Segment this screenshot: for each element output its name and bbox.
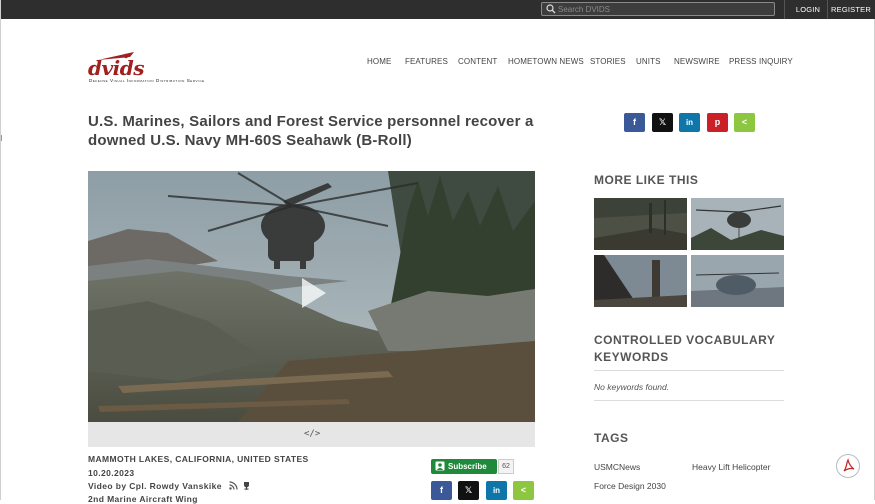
nav-stories[interactable]: STORIES: [590, 57, 626, 66]
divider: [827, 0, 828, 19]
subscribe-button[interactable]: Subscribe: [431, 459, 497, 474]
nav-press-inquiry[interactable]: PRESS INQUIRY: [729, 57, 793, 66]
subscribe-label: Subscribe: [448, 462, 487, 471]
tag-link[interactable]: USMCNews: [594, 462, 640, 472]
pinterest-share-button[interactable]: p: [707, 113, 728, 132]
register-link[interactable]: REGISTER: [829, 0, 873, 19]
divider: [594, 370, 784, 371]
svg-text:dvids: dvids: [88, 56, 144, 80]
rss-icon[interactable]: [228, 481, 238, 490]
related-video-thumbnail[interactable]: [594, 255, 687, 307]
page-title: U.S. Marines, Sailors and Forest Service…: [88, 113, 534, 149]
share-button-bottom[interactable]: <: [513, 481, 534, 500]
divider: [594, 400, 784, 401]
nav-features[interactable]: FEATURES: [405, 57, 448, 66]
x-share-button[interactable]: 𝕏: [652, 113, 673, 132]
divider: [784, 0, 785, 19]
search-icon: [546, 4, 556, 14]
page-frame: LOGIN REGISTER dvids Defense Visual Info…: [0, 0, 875, 504]
video-player[interactable]: [88, 171, 535, 422]
nav-newswire[interactable]: NEWSWIRE: [674, 57, 720, 66]
search-box[interactable]: [541, 2, 775, 16]
embed-icon[interactable]: </>: [304, 429, 320, 439]
facebook-share-button[interactable]: f: [624, 113, 645, 132]
nav-units[interactable]: UNITS: [636, 57, 661, 66]
edge-marker: [1, 135, 2, 141]
x-share-button-bottom[interactable]: 𝕏: [458, 481, 479, 500]
linkedin-share-button-bottom[interactable]: in: [486, 481, 507, 500]
date-text: 10.20.2023: [88, 468, 135, 478]
tag-link[interactable]: Force Design 2030: [594, 481, 666, 491]
pdf-button[interactable]: [836, 454, 860, 478]
trophy-icon[interactable]: [242, 481, 251, 490]
related-video-thumbnail[interactable]: [594, 198, 687, 250]
dvids-logo[interactable]: dvids Defense Visual Information Distrib…: [88, 51, 248, 85]
pdf-icon: [843, 458, 855, 472]
linkedin-share-button[interactable]: in: [679, 113, 700, 132]
user-icon: [435, 461, 445, 471]
share-button[interactable]: <: [734, 113, 755, 132]
more-like-this-heading: MORE LIKE THIS: [594, 173, 699, 187]
video-still: [88, 171, 535, 422]
facebook-share-button-bottom[interactable]: f: [431, 481, 452, 500]
logo-mark: dvids Defense Visual Information Distrib…: [88, 52, 205, 83]
location-text: MAMMOTH LAKES, CALIFORNIA, UNITED STATES: [88, 454, 309, 464]
login-link[interactable]: LOGIN: [789, 0, 827, 19]
nav-hometown-news[interactable]: HOMETOWN NEWS: [508, 57, 584, 66]
unit-link[interactable]: 2nd Marine Aircraft Wing: [88, 494, 198, 504]
subscriber-count: 62: [498, 459, 514, 474]
byline-text[interactable]: Video by Cpl. Rowdy Vanskike: [88, 481, 222, 491]
byline[interactable]: Video by Cpl. Rowdy Vanskike: [88, 481, 251, 491]
no-keywords-text: No keywords found.: [594, 382, 670, 392]
nav-content[interactable]: CONTENT: [458, 57, 497, 66]
search-input[interactable]: [558, 3, 768, 15]
tag-link[interactable]: Heavy Lift Helicopter: [692, 462, 770, 472]
related-video-thumbnail[interactable]: [691, 198, 784, 250]
related-video-thumbnail[interactable]: [691, 255, 784, 307]
vocabulary-heading: CONTROLLED VOCABULARY KEYWORDS: [594, 333, 776, 364]
svg-text:Defense Visual Information Dis: Defense Visual Information Distribution …: [89, 78, 205, 83]
tags-heading: TAGS: [594, 431, 629, 445]
top-bar: LOGIN REGISTER: [1, 0, 875, 19]
nav-home[interactable]: HOME: [367, 57, 391, 66]
video-embed-bar: </>: [88, 422, 535, 447]
